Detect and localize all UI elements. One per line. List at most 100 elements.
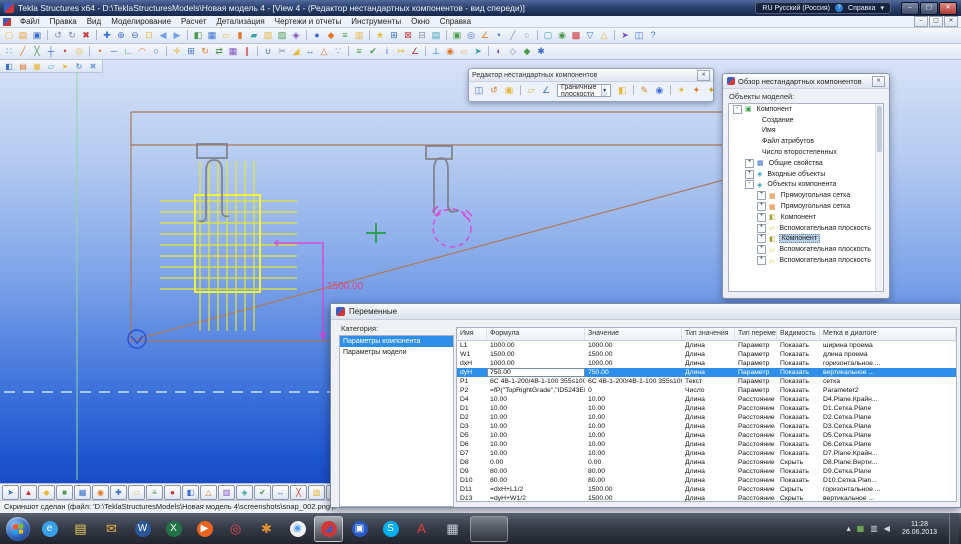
- flight-mode[interactable]: ➤: [471, 45, 485, 58]
- variable-formula[interactable]: 10.00: [487, 449, 585, 458]
- variable-visibility[interactable]: Показать: [777, 359, 820, 368]
- lifting-hook-left[interactable]: [197, 144, 229, 221]
- backup-tool[interactable]: ▣: [345, 516, 374, 542]
- phase-manager[interactable]: ⊞: [387, 29, 401, 42]
- construction-line[interactable]: ╱: [506, 29, 520, 42]
- variable-name[interactable]: D3: [457, 422, 487, 431]
- select-distances[interactable]: ▥: [218, 485, 235, 500]
- tree-item-label[interactable]: Вспомогательная плоскость: [777, 246, 872, 253]
- save-component[interactable]: ▣: [502, 84, 516, 97]
- measure[interactable]: ∠: [478, 29, 492, 42]
- variable-formula[interactable]: =dxH+L1/2: [487, 485, 585, 494]
- variable-formula[interactable]: 1000.00: [487, 359, 585, 368]
- tree-input-objects[interactable]: + ◈ Входные объекты: [729, 169, 883, 180]
- variable-type[interactable]: Параметр: [735, 368, 777, 377]
- variable-name[interactable]: D6: [457, 440, 487, 449]
- reload-component[interactable]: ↻: [72, 61, 86, 72]
- maximize-button[interactable]: ▢: [920, 2, 938, 15]
- variable-dialog-label[interactable]: D10.Сетка.Plan...: [820, 476, 956, 485]
- tree-item-label[interactable]: Компонент: [779, 234, 820, 243]
- mirror-object[interactable]: ⇄: [212, 45, 226, 58]
- array-object[interactable]: ▦: [226, 45, 240, 58]
- tree-item-label[interactable]: Число второстепенных: [760, 149, 839, 156]
- variable-formula[interactable]: 10.00: [487, 422, 585, 431]
- snap-intersections[interactable]: ╳: [30, 45, 44, 58]
- variable-value-type[interactable]: Длина: [682, 431, 735, 440]
- inquire-object[interactable]: i: [380, 45, 394, 58]
- menu-item[interactable]: Детализация: [212, 17, 270, 26]
- variable-value-type[interactable]: Длина: [682, 440, 735, 449]
- snap-points[interactable]: ∷: [2, 45, 16, 58]
- variable-value[interactable]: 10.00: [585, 422, 682, 431]
- variable-row[interactable]: dxH 1000.00 1000.00 Длина Параметр Показ…: [457, 359, 956, 368]
- expander-icon[interactable]: +: [757, 245, 766, 254]
- variable-row[interactable]: D9 80.00 80.00 Длина Расстояние Показать…: [457, 467, 956, 476]
- bolt-array[interactable]: ∵: [331, 45, 345, 58]
- variable-value-type[interactable]: Длина: [682, 458, 735, 467]
- tree-name[interactable]: Имя: [729, 126, 883, 137]
- variable-value[interactable]: 10.00: [585, 449, 682, 458]
- tekla-structures[interactable]: ◢: [314, 516, 343, 542]
- variable-value-type[interactable]: Длина: [682, 476, 735, 485]
- axis-tool[interactable]: ∠: [539, 84, 553, 97]
- column-header[interactable]: Видимость: [777, 328, 820, 340]
- variable-value[interactable]: 10.00: [585, 431, 682, 440]
- create-arc[interactable]: ◠: [135, 45, 149, 58]
- variable-value[interactable]: 1500.00: [585, 350, 682, 359]
- variable-name[interactable]: D9: [457, 467, 487, 476]
- screenshot-tool[interactable]: ◫: [632, 29, 646, 42]
- menu-item[interactable]: Справка: [435, 17, 476, 26]
- variable-value[interactable]: 0: [585, 386, 682, 395]
- rebar[interactable]: ≡: [338, 29, 352, 42]
- expander-icon[interactable]: +: [757, 224, 766, 233]
- search-tool[interactable]: ◎: [221, 516, 250, 542]
- variable-type[interactable]: Параметр: [735, 377, 777, 386]
- internet-explorer[interactable]: e: [35, 516, 64, 542]
- column-header[interactable]: Тип значения: [682, 328, 735, 340]
- variable-row[interactable]: D7 10.00 10.00 Длина Расстояние Показать…: [457, 449, 956, 458]
- variable-value-type[interactable]: Длина: [682, 395, 735, 404]
- variable-visibility[interactable]: Показать: [777, 395, 820, 404]
- tree-creation[interactable]: Создание: [729, 115, 883, 126]
- select-surfaces[interactable]: ◧: [182, 485, 199, 500]
- variable-value[interactable]: 10.00: [585, 440, 682, 449]
- variable-dialog-label[interactable]: длина проема: [820, 350, 956, 359]
- zoom-out[interactable]: ⊖: [128, 29, 142, 42]
- variable-type[interactable]: Расстояние: [735, 395, 777, 404]
- pan[interactable]: ✚: [100, 29, 114, 42]
- snap-lines[interactable]: ╱: [16, 45, 30, 58]
- dimension-tool[interactable]: ↔: [303, 45, 317, 58]
- variable-value-type[interactable]: Длина: [682, 359, 735, 368]
- variable-value-type[interactable]: Число: [682, 386, 735, 395]
- variable-row[interactable]: dyH 750.00 750.00 Длина Параметр Показат…: [457, 368, 956, 377]
- toolbar-title-bar[interactable]: Редактор нестандартных компонентов ✕: [469, 69, 713, 82]
- variable-formula[interactable]: 10.00: [487, 413, 585, 422]
- media-player[interactable]: ▶: [190, 516, 219, 542]
- variable-value[interactable]: 10.00: [585, 413, 682, 422]
- variable-formula[interactable]: 10.00: [487, 440, 585, 449]
- edit-section[interactable]: ↺: [487, 84, 501, 97]
- tree-aux-plane-3[interactable]: + ▱ Вспомогательная плоскость: [729, 255, 883, 266]
- copy-object[interactable]: ⊞: [184, 45, 198, 58]
- create-report[interactable]: ▤: [429, 29, 443, 42]
- category-component-params[interactable]: Параметры компонента: [340, 336, 453, 347]
- create-line[interactable]: ─: [107, 45, 121, 58]
- tree-item-label[interactable]: Общие свойства: [767, 160, 825, 167]
- variable-value[interactable]: 10.00: [585, 404, 682, 413]
- show-desktop-button[interactable]: [949, 513, 959, 544]
- variable-visibility[interactable]: Скрыть: [777, 485, 820, 494]
- show-hidden-icons[interactable]: ▴: [847, 524, 851, 533]
- select-parts[interactable]: ▲: [20, 485, 37, 500]
- update-component[interactable]: ✦: [689, 84, 703, 97]
- variable-row[interactable]: L1 1000.00 1000.00 Длина Параметр Показа…: [457, 341, 956, 350]
- variable-type[interactable]: Параметр: [735, 386, 777, 395]
- variable-value[interactable]: 80.00: [585, 467, 682, 476]
- tree-common-props[interactable]: + ▦ Общие свойства: [729, 158, 883, 169]
- auto-save[interactable]: ▣: [450, 29, 464, 42]
- next-view[interactable]: ▶: [170, 29, 184, 42]
- variable-formula[interactable]: =dyH+W1/2: [487, 494, 585, 502]
- previous-view[interactable]: ◀: [156, 29, 170, 42]
- tree-subcomponent-2[interactable]: + ◧ Компонент: [729, 234, 883, 245]
- variable-dialog-label[interactable]: D9.Сетка.Plane: [820, 467, 956, 476]
- variable-visibility[interactable]: Показать: [777, 386, 820, 395]
